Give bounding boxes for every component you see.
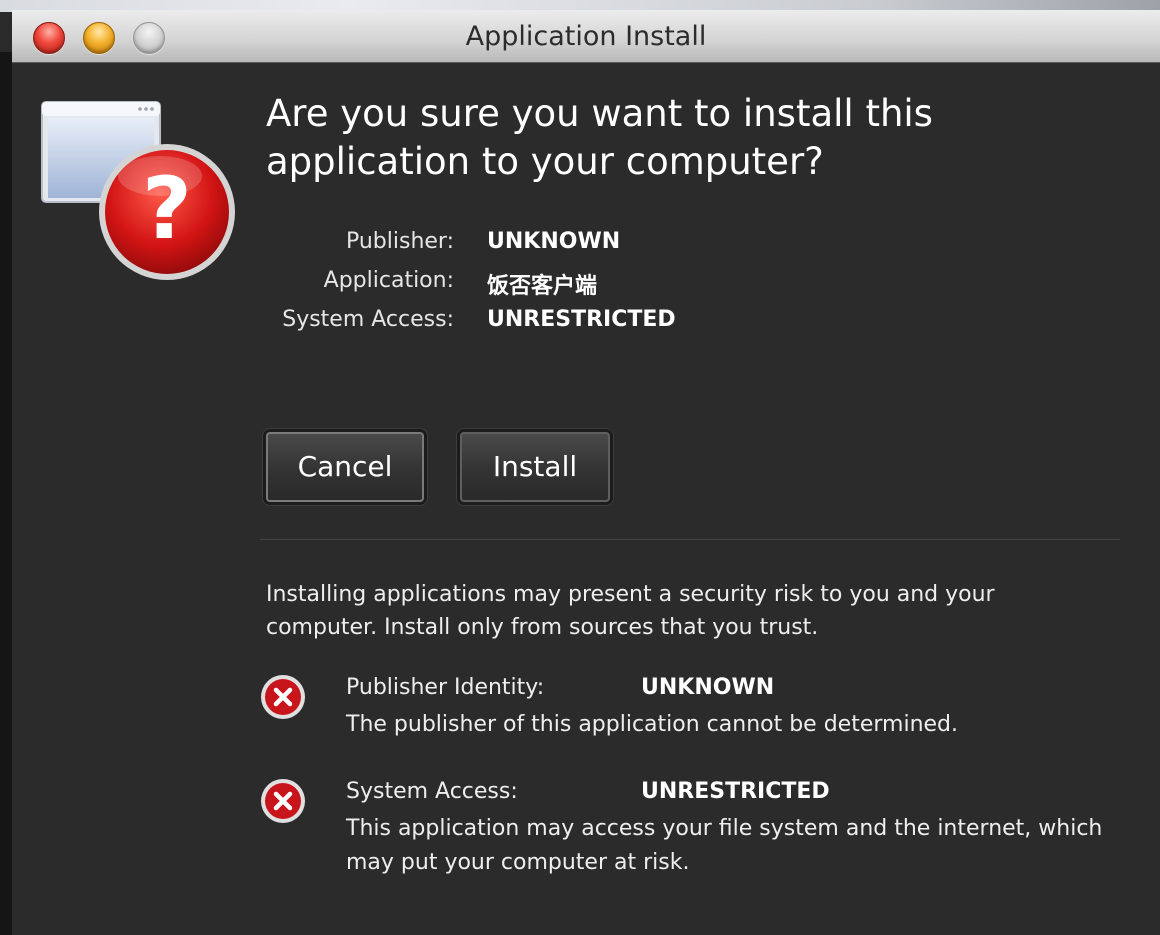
system-access-risk-value: UNRESTRICTED [641,779,830,804]
publisher-label: Publisher: [345,229,454,254]
application-row: Application: 饭否客户端 [0,268,1160,300]
publisher-row: Publisher: UNKNOWN [0,229,1160,261]
error-x-icon [261,779,305,823]
headline-line-2: application to your computer? [266,140,824,183]
window-title: Application Install [465,21,707,52]
system-access-risk-description: This application may access your file sy… [346,816,1103,875]
window-left-edge [0,52,12,935]
system-access-risk-label: System Access: [346,779,518,804]
title-bar[interactable]: Application Install [12,10,1160,63]
error-x-icon [261,675,305,719]
publisher-identity-description: The publisher of this application cannot… [346,712,959,737]
application-value: 饭否客户端 [487,274,598,299]
system-access-label: System Access: [282,307,454,332]
divider [260,539,1120,540]
system-access-row: System Access: UNRESTRICTED [0,307,1160,339]
publisher-value: UNKNOWN [487,229,621,254]
publisher-identity-value: UNKNOWN [641,675,775,700]
security-warning-text: Installing applications may present a se… [266,582,995,640]
dialog-headline: Are you sure you want to install this ap… [266,90,1126,186]
cancel-button[interactable]: Cancel [266,432,424,502]
headline-line-1: Are you sure you want to install this [266,92,933,135]
install-button[interactable]: Install [460,432,610,502]
system-access-value: UNRESTRICTED [487,307,676,332]
publisher-identity-label: Publisher Identity: [346,675,545,700]
application-label: Application: [323,268,454,293]
